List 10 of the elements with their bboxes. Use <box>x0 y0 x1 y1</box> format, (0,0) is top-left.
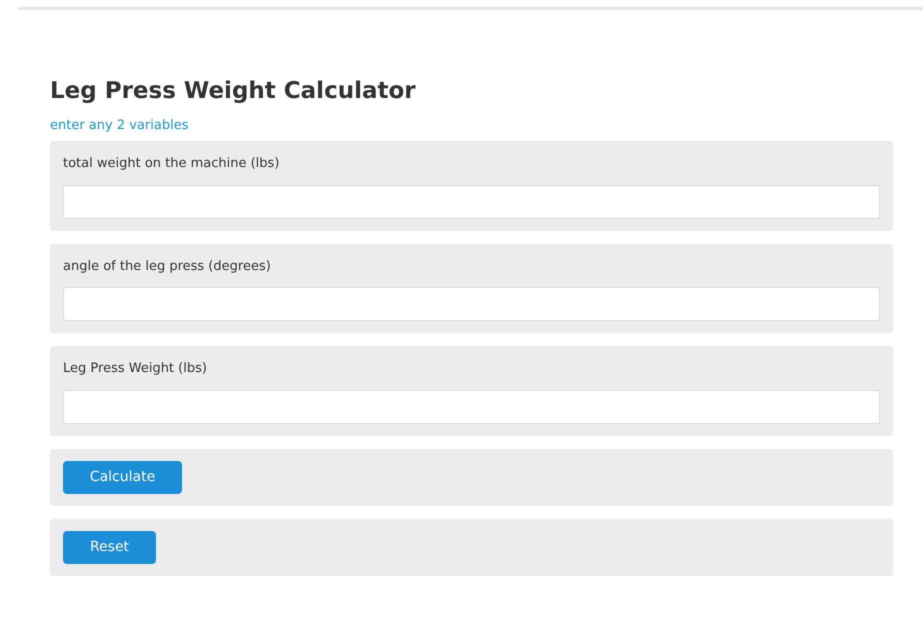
field-label: total weight on the machine (lbs) <box>63 155 280 174</box>
input-field[interactable] <box>63 184 880 219</box>
reset-button[interactable]: Reset <box>63 530 156 564</box>
input-field[interactable] <box>63 390 880 424</box>
page-title: Leg Press Weight Calculator <box>50 77 416 106</box>
calculate-button[interactable]: Calculate <box>63 460 182 494</box>
input-field[interactable] <box>63 287 880 322</box>
field-label: Leg Press Weight (lbs) <box>63 360 207 378</box>
subtitle: enter any 2 variables <box>50 116 188 135</box>
field-label: angle of the leg press (degrees) <box>63 258 271 276</box>
